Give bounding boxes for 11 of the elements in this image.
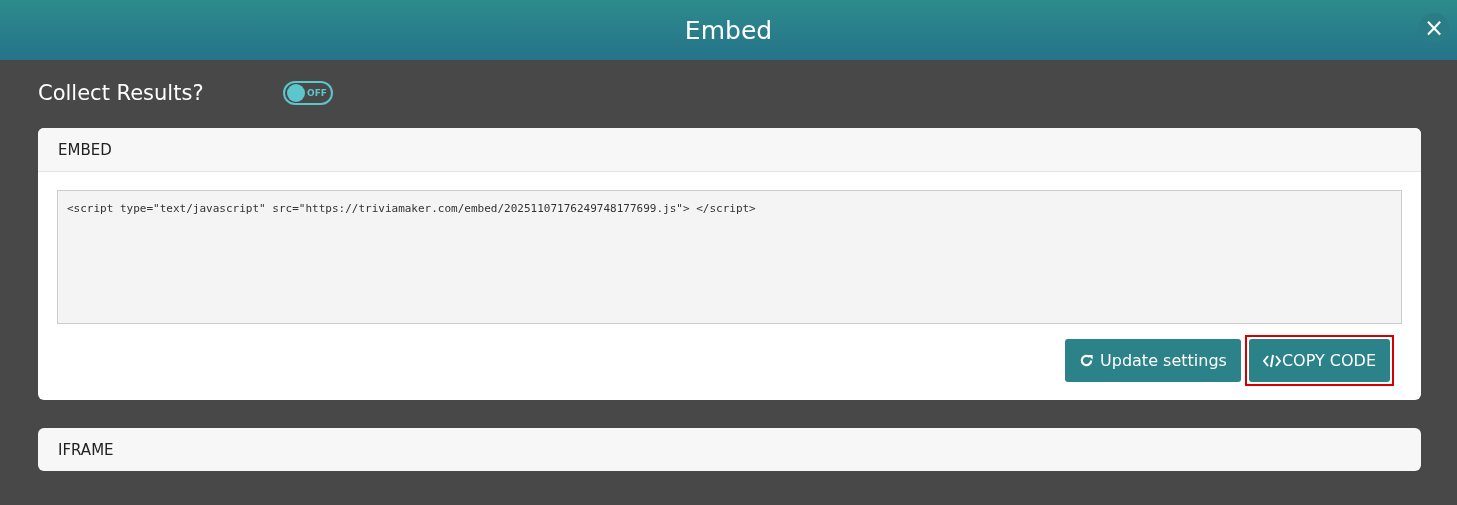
collect-results-label: Collect Results? bbox=[38, 81, 205, 105]
collect-results-toggle[interactable]: OFF bbox=[283, 81, 333, 105]
panel-title: EMBED bbox=[38, 128, 1421, 172]
copy-code-button[interactable]: COPY CODE bbox=[1248, 339, 1390, 382]
close-button[interactable]: × bbox=[1419, 13, 1449, 43]
code-icon bbox=[1262, 353, 1281, 368]
window-title: Embed bbox=[684, 15, 773, 45]
embed-code-field[interactable]: <script type="text/javascript" src="https://triviamaker.com/embed/20251107176249748177699.js"> </script> bbox=[57, 190, 1402, 324]
panel-title: IFRAME bbox=[38, 428, 1421, 471]
refresh-icon bbox=[1079, 353, 1095, 368]
update-settings-button[interactable]: Update settings bbox=[1065, 339, 1241, 382]
